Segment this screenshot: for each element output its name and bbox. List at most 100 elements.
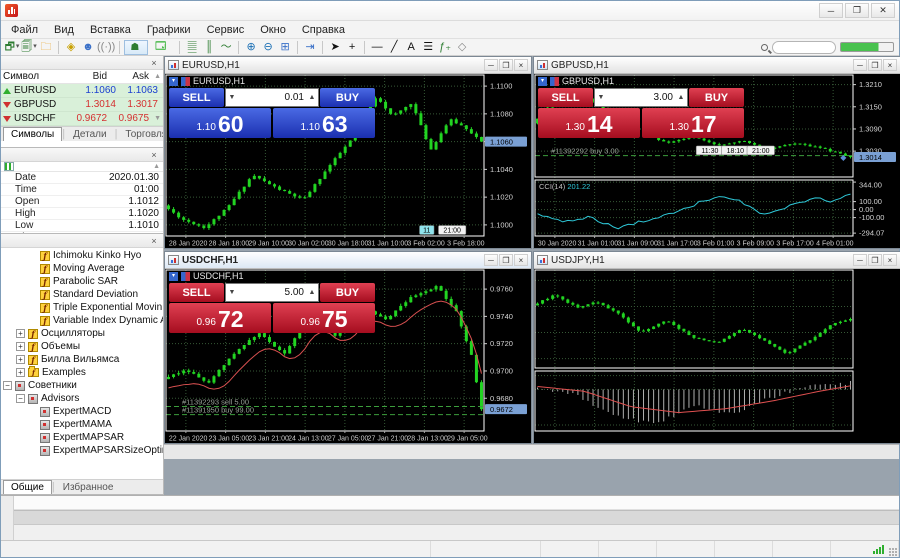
chart-canvas[interactable]: #11392293 sell 5.00#11391950 buy 99.000.…	[165, 269, 531, 443]
menu-item-6[interactable]: Справка	[294, 21, 353, 38]
hline-tool-icon[interactable]: —	[369, 40, 385, 54]
navigator-item[interactable]: ƒStandard Deviation	[1, 288, 163, 301]
oneclick-toggle-icon[interactable]: ▾	[169, 77, 178, 86]
signals-icon[interactable]: ((·))	[97, 40, 115, 54]
new-chart-icon[interactable]: 🗗▾	[4, 40, 20, 54]
menu-item-5[interactable]: Окно	[252, 21, 294, 38]
volume-stepper[interactable]: ▼3.00▲	[594, 88, 688, 107]
status-connection[interactable]	[831, 541, 899, 557]
navigator-item[interactable]: ExpertMAPSARSizeOptim	[1, 444, 163, 457]
chart-close-button[interactable]: ×	[883, 59, 897, 71]
volume-up-icon[interactable]: ▲	[675, 94, 687, 101]
navigator-item[interactable]: ƒIchimoku Kinko Hyo	[1, 249, 163, 262]
profiles-icon[interactable]: 🗐▾	[21, 40, 37, 54]
chart-maximize-button[interactable]: ❐	[499, 59, 513, 71]
chart-canvas[interactable]	[534, 269, 900, 443]
sell-button[interactable]: SELL	[169, 88, 224, 107]
navigator-item[interactable]: ƒTriple Exponential Movin	[1, 301, 163, 314]
menu-item-4[interactable]: Сервис	[199, 21, 253, 38]
chart-close-button[interactable]: ×	[883, 254, 897, 266]
scroll-up-icon[interactable]: ▲	[153, 163, 160, 170]
buy-button[interactable]: BUY	[320, 283, 375, 302]
chart-maximize-button[interactable]: ❐	[499, 254, 513, 266]
buy-button[interactable]: BUY	[689, 88, 744, 107]
chart-close-button[interactable]: ×	[514, 59, 528, 71]
expand-icon[interactable]: +	[16, 342, 25, 351]
close-icon[interactable]: ×	[149, 150, 159, 160]
volume-up-icon[interactable]: ▲	[306, 94, 318, 101]
bar-chart-icon[interactable]: 𝄛	[184, 40, 200, 54]
oneclick-toggle-icon[interactable]: ▾	[538, 77, 547, 86]
line-chart-icon[interactable]: 〜	[218, 40, 234, 54]
buy-price[interactable]: 1.3017	[642, 108, 744, 138]
close-icon[interactable]: ×	[149, 58, 159, 68]
expand-icon[interactable]: +	[16, 355, 25, 364]
navigator-tab-0[interactable]: Общие	[3, 480, 52, 494]
candlestick-chart-icon[interactable]: ║	[201, 40, 217, 54]
payments-icon[interactable]: ◈	[63, 40, 79, 54]
menu-item-3[interactable]: Графики	[139, 21, 199, 38]
navigator-item[interactable]: ƒVariable Index Dynamic A	[1, 314, 163, 327]
chart-window-titlebar[interactable]: GBPUSD,H1─❐×	[534, 57, 900, 74]
navigator-item[interactable]: +ƒОсцилляторы	[1, 327, 163, 340]
community-icon[interactable]: ☻	[80, 40, 96, 54]
navigator-item[interactable]: +ƒExamples	[1, 366, 163, 379]
volume-down-icon[interactable]: ▼	[226, 289, 238, 296]
market-watch-tab-0[interactable]: Символы	[3, 127, 62, 141]
sell-price[interactable]: 0.9672	[169, 303, 271, 333]
market-watch-row[interactable]: EURUSD1.10601.1063	[1, 84, 163, 98]
volume-down-icon[interactable]: ▼	[595, 94, 607, 101]
market-watch-row[interactable]: GBPUSD1.30141.3017	[1, 98, 163, 112]
menu-item-1[interactable]: Вид	[46, 21, 82, 38]
expand-icon[interactable]: +	[16, 368, 25, 377]
autotrade-button[interactable]: ☗	[124, 40, 148, 55]
trendline-tool-icon[interactable]: ╱	[386, 40, 402, 54]
text-tool-icon[interactable]: A	[403, 40, 419, 54]
oneclick-toggle-icon[interactable]: ▾	[169, 272, 178, 281]
navigator-item[interactable]: ƒMoving Average	[1, 262, 163, 275]
buy-price[interactable]: 0.9675	[273, 303, 375, 333]
buy-price[interactable]: 1.1063	[273, 108, 375, 138]
menu-item-2[interactable]: Вставка	[82, 21, 139, 38]
navigator-item[interactable]: ExpertMAMA	[1, 418, 163, 431]
window-minimize-button[interactable]: ─	[819, 3, 843, 18]
dock-icon[interactable]: ⇥	[302, 40, 318, 54]
close-icon[interactable]: ×	[149, 236, 159, 246]
sell-price[interactable]: 1.1060	[169, 108, 271, 138]
chart-maximize-button[interactable]: ❐	[868, 254, 882, 266]
volume-stepper[interactable]: ▼5.00▲	[225, 283, 319, 302]
collapse-icon[interactable]: −	[3, 381, 12, 390]
navigator-item[interactable]: −Советники	[1, 379, 163, 392]
resize-grip[interactable]	[889, 548, 897, 556]
chart-minimize-button[interactable]: ─	[484, 59, 498, 71]
volume-down-icon[interactable]: ▼	[226, 94, 238, 101]
status-profile[interactable]	[431, 541, 541, 557]
cursor-icon[interactable]: ➤	[327, 40, 343, 54]
fibonacci-tool-icon[interactable]: ☰	[420, 40, 436, 54]
menu-item-0[interactable]: Файл	[3, 21, 46, 38]
market-watch-tab-2[interactable]: Торговля	[117, 127, 163, 141]
toolbox-side-strip[interactable]	[1, 496, 14, 540]
collapse-icon[interactable]: −	[16, 394, 25, 403]
chart-maximize-button[interactable]: ❐	[868, 59, 882, 71]
expand-icon[interactable]: +	[16, 329, 25, 338]
window-close-button[interactable]: ✕	[871, 3, 895, 18]
chart-close-button[interactable]: ×	[514, 254, 528, 266]
navigator-tab-1[interactable]: Избранное	[55, 480, 122, 494]
market-watch-tab-1[interactable]: Детали	[65, 127, 114, 141]
navigator-item[interactable]: +ƒБилла Вильямса	[1, 353, 163, 366]
new-order-button[interactable]: 🗔	[149, 40, 175, 55]
tile-windows-icon[interactable]: ⊞	[277, 40, 293, 54]
chart-canvas[interactable]: #11392292 buy 3.00CCI(14) 201.221.32101.…	[534, 74, 900, 248]
navigator-item[interactable]: ƒParabolic SAR	[1, 275, 163, 288]
scroll-down-icon[interactable]: ▼	[154, 115, 161, 122]
navigator-item[interactable]: ExpertMACD	[1, 405, 163, 418]
buy-button[interactable]: BUY	[320, 88, 375, 107]
scroll-up-icon[interactable]: ▲	[154, 73, 161, 80]
navigator-item[interactable]: −Advisors	[1, 392, 163, 405]
navigator-item[interactable]: ExpertMAPSAR	[1, 431, 163, 444]
chart-minimize-button[interactable]: ─	[853, 59, 867, 71]
mql5-market-icon[interactable]: 🗀	[38, 40, 54, 54]
zoom-out-icon[interactable]: ⊖	[260, 40, 276, 54]
chart-window-titlebar[interactable]: USDJPY,H1─❐×	[534, 252, 900, 269]
